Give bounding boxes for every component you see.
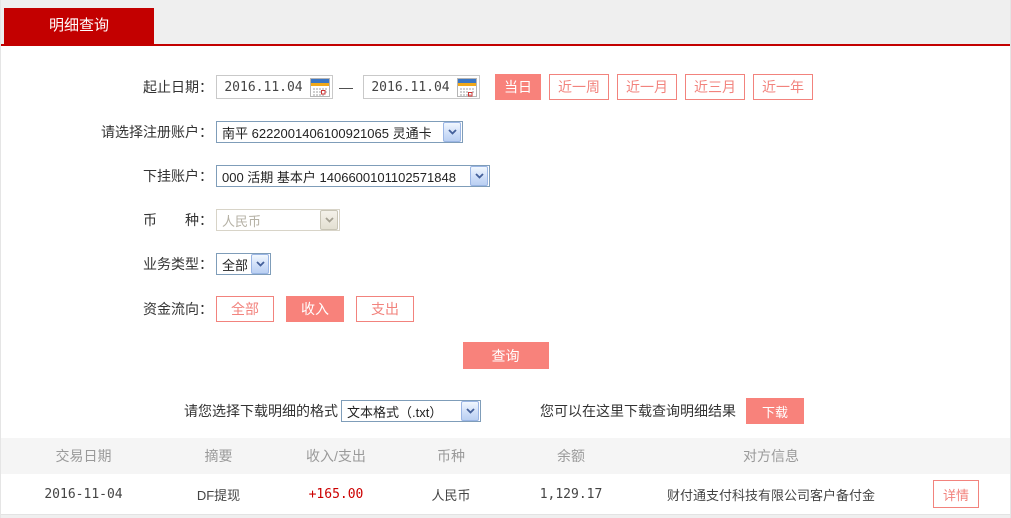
sub-account-select[interactable]: 000 活期 基本户 1406600101102571848: [216, 165, 490, 187]
fund-flow-all-button[interactable]: 全部: [216, 296, 274, 322]
cell-counterparty: 财付通支付科技有限公司客户备付金: [666, 487, 875, 503]
quick-range-year-button[interactable]: 近一年: [753, 74, 813, 100]
quick-range-quarter-button[interactable]: 近三月: [685, 74, 745, 100]
fund-flow-label: 资金流向：: [143, 301, 213, 317]
business-type-row: 业务类型： 全部: [1, 252, 1010, 276]
fund-flow-income-button[interactable]: 收入: [286, 296, 344, 322]
start-date-input[interactable]: 2016.11.04: [216, 75, 333, 99]
date-range-label: 起止日期：: [143, 79, 213, 95]
quick-range-today-button[interactable]: 当日: [495, 74, 541, 100]
detail-button[interactable]: 详情: [932, 480, 979, 508]
download-button[interactable]: 下载: [746, 398, 804, 424]
date-range-separator: —: [339, 79, 353, 95]
query-button[interactable]: 查询: [462, 342, 549, 369]
fund-flow-row: 资金流向： 全部 收入 支出: [1, 296, 1010, 322]
chevron-down-icon[interactable]: [470, 166, 488, 186]
register-account-label: 请选择注册账户：: [101, 124, 213, 140]
quick-range-week-button[interactable]: 近一周: [549, 74, 609, 100]
download-row: 请您选择下载明细的格式 文本格式（.txt） 您可以在这里下载查询明细结果 下载: [184, 398, 1010, 424]
sub-account-label: 下挂账户：: [143, 168, 213, 184]
currency-label: 币 种：: [143, 212, 213, 228]
header-counterparty: 对方信息: [743, 448, 799, 464]
chevron-down-icon: [320, 210, 338, 230]
register-account-row: 请选择注册账户： 南平 6222001406100921065 灵通卡: [1, 120, 1010, 144]
business-type-value: 全部: [222, 257, 247, 273]
header-trade-date: 交易日期: [55, 448, 112, 464]
sub-account-value: 000 活期 基本户 1406600101102571848: [222, 169, 456, 185]
table-header-row: 交易日期 摘要 收入/支出 币种 余额 对方信息: [1, 438, 1010, 474]
calendar-icon[interactable]: [457, 77, 477, 97]
cell-income-expense: +165.00: [308, 486, 364, 502]
download-format-value: 文本格式（.txt）: [347, 404, 443, 420]
business-type-select[interactable]: 全部: [216, 253, 271, 275]
chevron-down-icon[interactable]: [443, 122, 461, 142]
chevron-down-icon[interactable]: [251, 254, 269, 274]
end-date-input[interactable]: 2016.11.04: [363, 75, 480, 99]
header-summary: 摘要: [204, 448, 233, 464]
chevron-down-icon[interactable]: [461, 401, 479, 421]
cell-currency: 人民币: [431, 487, 471, 503]
header-currency: 币种: [437, 448, 465, 464]
business-type-label: 业务类型：: [143, 256, 213, 272]
currency-value: 人民币: [222, 213, 262, 229]
currency-row: 币 种： 人民币: [1, 208, 1010, 232]
query-form: 起止日期： 2016.11.04 — 2016.11.04 当日 近一周 近一月…: [1, 46, 1010, 424]
cell-summary: DF提现: [196, 487, 241, 503]
register-account-select[interactable]: 南平 6222001406100921065 灵通卡: [216, 121, 463, 143]
start-date-value: 2016.11.04: [224, 79, 303, 95]
quick-range-month-button[interactable]: 近一月: [617, 74, 677, 100]
header-balance: 余额: [557, 448, 585, 464]
register-account-value: 南平 6222001406100921065 灵通卡: [222, 125, 432, 141]
header-income-expense: 收入/支出: [306, 448, 366, 464]
tab-bar: 明细查询: [1, 0, 1010, 46]
calendar-icon[interactable]: [310, 77, 330, 97]
result-table: 交易日期 摘要 收入/支出 币种 余额 对方信息 2016-11-04 DF提现…: [1, 438, 1010, 518]
currency-select: 人民币: [216, 209, 340, 231]
detail-query-page: 明细查询 起止日期： 2016.11.04 — 2016.11.04 当日 近一…: [0, 0, 1011, 518]
end-date-value: 2016.11.04: [371, 79, 450, 95]
table-row: 2016-11-04 DF提现 +165.00 人民币 1,129.17 财付通…: [1, 474, 1010, 515]
download-format-label: 请您选择下载明细的格式: [184, 403, 338, 419]
sub-account-row: 下挂账户： 000 活期 基本户 1406600101102571848: [1, 164, 1010, 188]
cell-action: 详情: [901, 480, 1010, 508]
tab-detail-query[interactable]: 明细查询: [4, 8, 154, 44]
cell-balance: 1,129.17: [539, 486, 603, 502]
fund-flow-expense-button[interactable]: 支出: [356, 296, 414, 322]
download-format-select[interactable]: 文本格式（.txt）: [341, 400, 481, 422]
cell-trade-date: 2016-11-04: [44, 486, 123, 502]
query-button-row: 查询: [1, 342, 1010, 369]
download-hint-text: 您可以在这里下载查询明细结果: [540, 403, 736, 419]
date-range-row: 起止日期： 2016.11.04 — 2016.11.04 当日 近一周 近一月…: [1, 74, 1010, 100]
